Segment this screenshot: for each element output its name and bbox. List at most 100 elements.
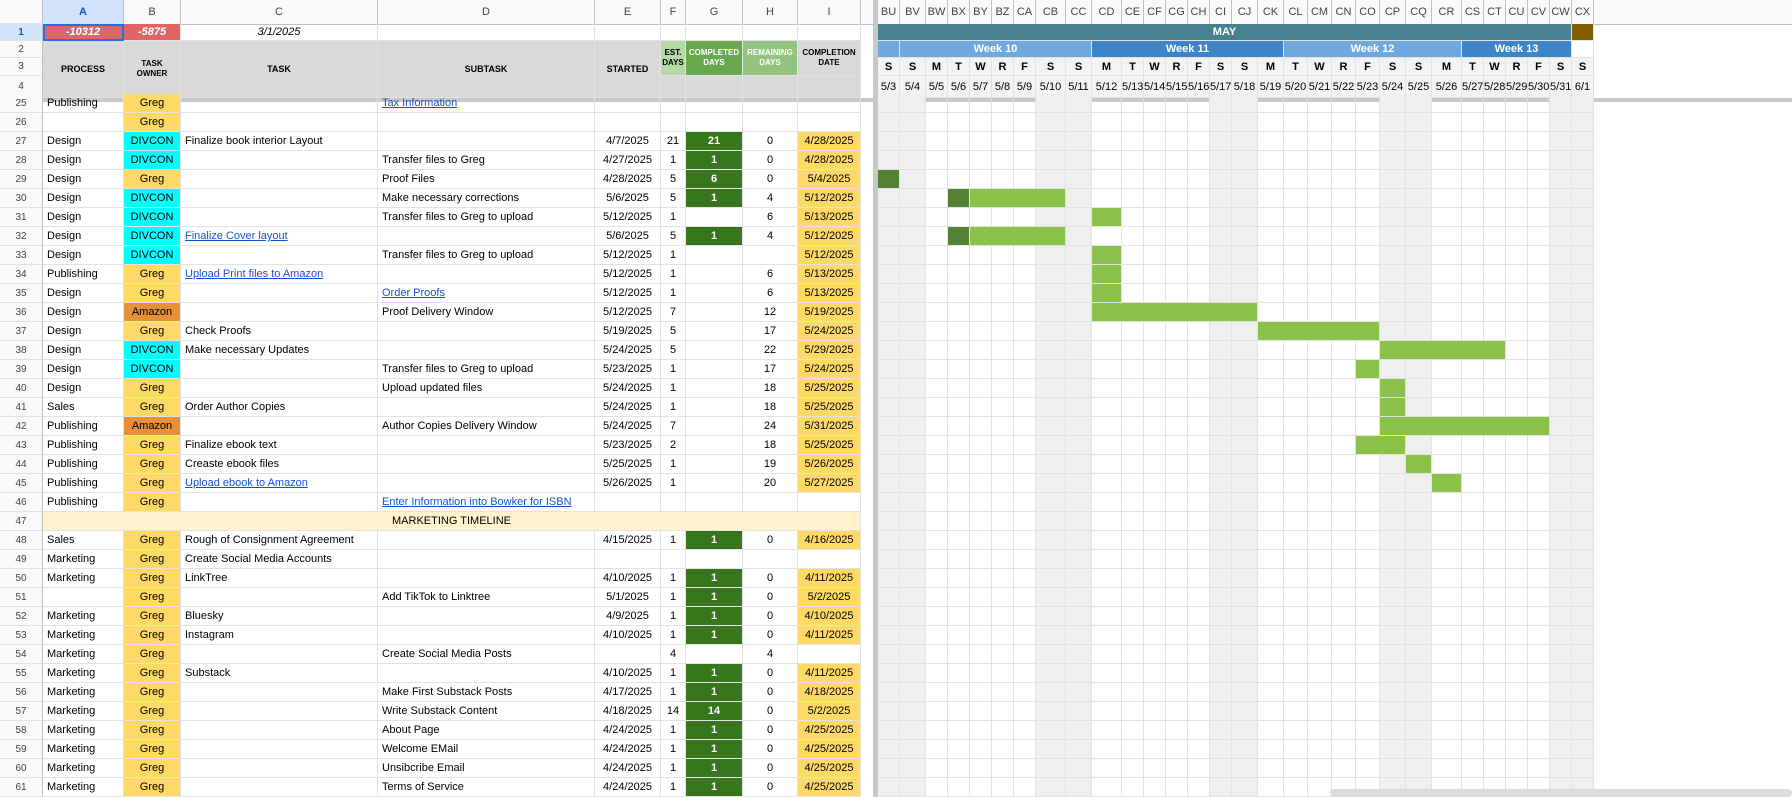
cell-rem[interactable]: 20 (743, 474, 798, 493)
column-header-cq[interactable]: CQ (1406, 0, 1432, 24)
gantt-cell[interactable] (1258, 645, 1284, 664)
gantt-cell[interactable] (1232, 113, 1258, 132)
gantt-cell[interactable] (1144, 550, 1166, 569)
gantt-cell[interactable] (948, 512, 970, 531)
gantt-cell[interactable] (1432, 759, 1462, 778)
gantt-cell[interactable] (1092, 436, 1122, 455)
cell-subtask[interactable]: Proof Files (378, 170, 595, 189)
cell-rem[interactable]: 6 (743, 208, 798, 227)
gantt-cell[interactable] (1210, 626, 1232, 645)
row-header[interactable]: 42 (0, 417, 43, 436)
cell-owner[interactable]: Greg (124, 702, 181, 721)
cell-rem[interactable]: 0 (743, 664, 798, 683)
gantt-cell[interactable] (1036, 569, 1066, 588)
gantt-cell[interactable] (1258, 417, 1284, 436)
cell-owner[interactable]: DIVCON (124, 227, 181, 246)
cell-process[interactable]: Design (43, 322, 124, 341)
gantt-cell[interactable] (1166, 474, 1188, 493)
gantt-cell[interactable] (900, 645, 926, 664)
gantt-cell[interactable] (900, 227, 926, 246)
gantt-cell[interactable] (948, 550, 970, 569)
gantt-cell[interactable] (1528, 360, 1550, 379)
cell-cdate[interactable]: 5/27/2025 (798, 474, 861, 493)
gantt-cell[interactable] (900, 341, 926, 360)
gantt-cell[interactable] (1036, 531, 1066, 550)
gantt-cell[interactable] (948, 151, 970, 170)
gantt-cell[interactable] (970, 113, 992, 132)
gantt-cell[interactable] (1506, 550, 1528, 569)
gantt-cell[interactable] (1210, 493, 1232, 512)
gantt-cell[interactable] (1406, 94, 1432, 113)
gantt-cell[interactable] (1066, 227, 1092, 246)
cell-cdate[interactable]: 4/28/2025 (798, 132, 861, 151)
gantt-cell[interactable] (1092, 645, 1122, 664)
gantt-cell[interactable] (948, 303, 970, 322)
gantt-cell[interactable] (1166, 588, 1188, 607)
column-header-cw[interactable]: CW (1550, 0, 1572, 24)
cell-task[interactable] (181, 303, 378, 322)
gantt-cell[interactable] (900, 170, 926, 189)
gantt-cell[interactable] (992, 645, 1014, 664)
gantt-cell[interactable] (1572, 398, 1594, 417)
gantt-cell[interactable] (1380, 227, 1406, 246)
gantt-cell[interactable] (992, 474, 1014, 493)
gantt-cell[interactable] (1188, 284, 1210, 303)
gantt-cell[interactable] (1506, 759, 1528, 778)
gantt-cell[interactable] (1188, 398, 1210, 417)
gantt-cell[interactable] (1572, 759, 1594, 778)
gantt-cell[interactable] (1014, 740, 1036, 759)
cell-cdate[interactable] (798, 113, 861, 132)
cell-cdate[interactable]: 5/25/2025 (798, 436, 861, 455)
gantt-cell[interactable] (1284, 94, 1308, 113)
gantt-cell[interactable] (1232, 645, 1258, 664)
gantt-cell[interactable] (878, 588, 900, 607)
cell-started[interactable]: 4/18/2025 (595, 702, 661, 721)
gantt-cell[interactable] (1144, 113, 1166, 132)
gantt-cell[interactable] (1550, 683, 1572, 702)
cell-process[interactable]: Marketing (43, 664, 124, 683)
gantt-cell[interactable] (970, 151, 992, 170)
gantt-cell[interactable] (970, 512, 992, 531)
gantt-cell[interactable] (1092, 607, 1122, 626)
row-header[interactable]: 36 (0, 303, 43, 322)
gantt-cell[interactable] (1144, 474, 1166, 493)
gantt-cell[interactable] (1572, 303, 1594, 322)
cell-owner[interactable]: DIVCON (124, 246, 181, 265)
column-header-cp[interactable]: CP (1380, 0, 1406, 24)
gantt-cell[interactable] (1528, 284, 1550, 303)
cell-owner[interactable]: Greg (124, 474, 181, 493)
gantt-cell[interactable] (1188, 94, 1210, 113)
spreadsheet[interactable]: A B C D E F G H I BU BV BW BX BY BZ CA CB CC CD CE CF CG CH CI C… (0, 0, 1792, 797)
cell-cdate[interactable]: 4/28/2025 (798, 151, 861, 170)
cell-task[interactable] (181, 170, 378, 189)
gantt-cell[interactable] (1232, 208, 1258, 227)
gantt-cell[interactable] (1232, 246, 1258, 265)
gantt-cell[interactable] (970, 474, 992, 493)
empty-header-cell[interactable] (595, 24, 661, 41)
gantt-cell[interactable] (1014, 113, 1036, 132)
gantt-cell[interactable] (878, 531, 900, 550)
gantt-cell[interactable] (1528, 436, 1550, 455)
cell-comp[interactable] (686, 265, 743, 284)
gantt-cell[interactable] (1210, 398, 1232, 417)
cell-owner[interactable]: Greg (124, 759, 181, 778)
gantt-cell[interactable] (1284, 303, 1308, 322)
gantt-cell[interactable] (1284, 417, 1308, 436)
cell-owner[interactable]: DIVCON (124, 208, 181, 227)
gantt-cell[interactable] (1122, 398, 1144, 417)
gantt-cell[interactable] (1528, 493, 1550, 512)
gantt-cell[interactable] (1092, 455, 1122, 474)
gantt-cell[interactable] (1014, 322, 1036, 341)
gantt-cell[interactable] (1356, 265, 1380, 284)
gantt-cell[interactable] (1572, 151, 1594, 170)
cell-started[interactable] (595, 94, 661, 113)
gantt-cell[interactable] (1232, 683, 1258, 702)
gantt-cell[interactable] (1432, 360, 1462, 379)
gantt-cell[interactable] (1462, 626, 1484, 645)
cell-rem[interactable]: 0 (743, 569, 798, 588)
cell-task[interactable] (181, 721, 378, 740)
gantt-cell[interactable] (900, 151, 926, 170)
cell-est[interactable]: 1 (661, 208, 686, 227)
cell-started[interactable]: 5/6/2025 (595, 189, 661, 208)
gantt-cell[interactable] (992, 664, 1014, 683)
